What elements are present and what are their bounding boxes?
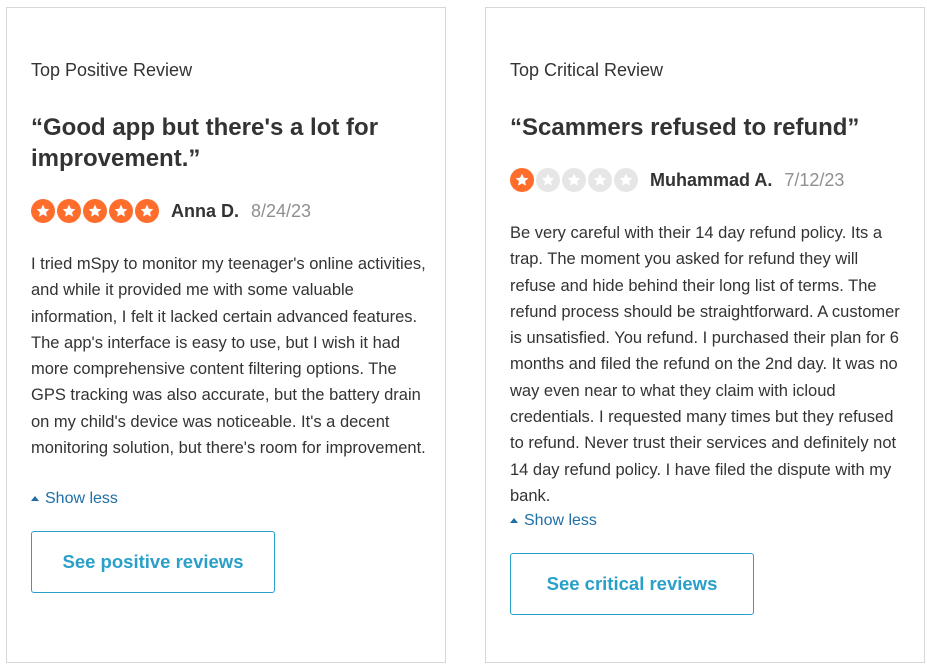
star-empty-icon: [588, 168, 612, 192]
review-title: “Good app but there's a lot for improvem…: [31, 114, 379, 172]
star-empty-icon: [614, 168, 638, 192]
card-label: Top Critical Review: [510, 60, 664, 80]
star-filled-icon: [135, 199, 159, 223]
card-label: Top Positive Review: [31, 60, 193, 80]
star-filled-icon: [57, 199, 81, 223]
reviewer-name: Anna D.: [171, 200, 240, 221]
review-date: 8/24/23: [251, 200, 312, 221]
show-less-link[interactable]: Show less: [31, 490, 118, 508]
star-rating: [31, 199, 161, 223]
star-filled-icon: [83, 199, 107, 223]
review-date: 7/12/23: [784, 169, 845, 190]
review-title: “Scammers refused to refund”: [510, 114, 860, 141]
star-filled-icon: [109, 199, 133, 223]
reviewer-name: Muhammad A.: [650, 169, 773, 190]
show-less-link[interactable]: Show less: [510, 512, 597, 530]
caret-up-icon: [31, 495, 39, 501]
see-positive-reviews-button[interactable]: See positive reviews: [31, 531, 275, 593]
review-body: I tried mSpy to monitor my teenager's on…: [31, 255, 426, 458]
positive-review-card: Top Positive Review “Good app but there'…: [6, 7, 446, 663]
caret-up-icon: [510, 517, 518, 523]
rating-row: Muhammad A. 7/12/23: [510, 167, 844, 193]
star-filled-icon: [31, 199, 55, 223]
critical-review-card: Top Critical Review “Scammers refused to…: [485, 7, 925, 663]
star-empty-icon: [562, 168, 586, 192]
star-rating: [510, 168, 640, 192]
show-less-label: Show less: [45, 490, 118, 507]
star-filled-icon: [510, 168, 534, 192]
star-empty-icon: [536, 168, 560, 192]
rating-row: Anna D. 8/24/23: [31, 198, 311, 224]
review-body: Be very careful with their 14 day refund…: [510, 224, 900, 505]
show-less-label: Show less: [524, 512, 597, 529]
see-critical-reviews-button[interactable]: See critical reviews: [510, 553, 754, 615]
